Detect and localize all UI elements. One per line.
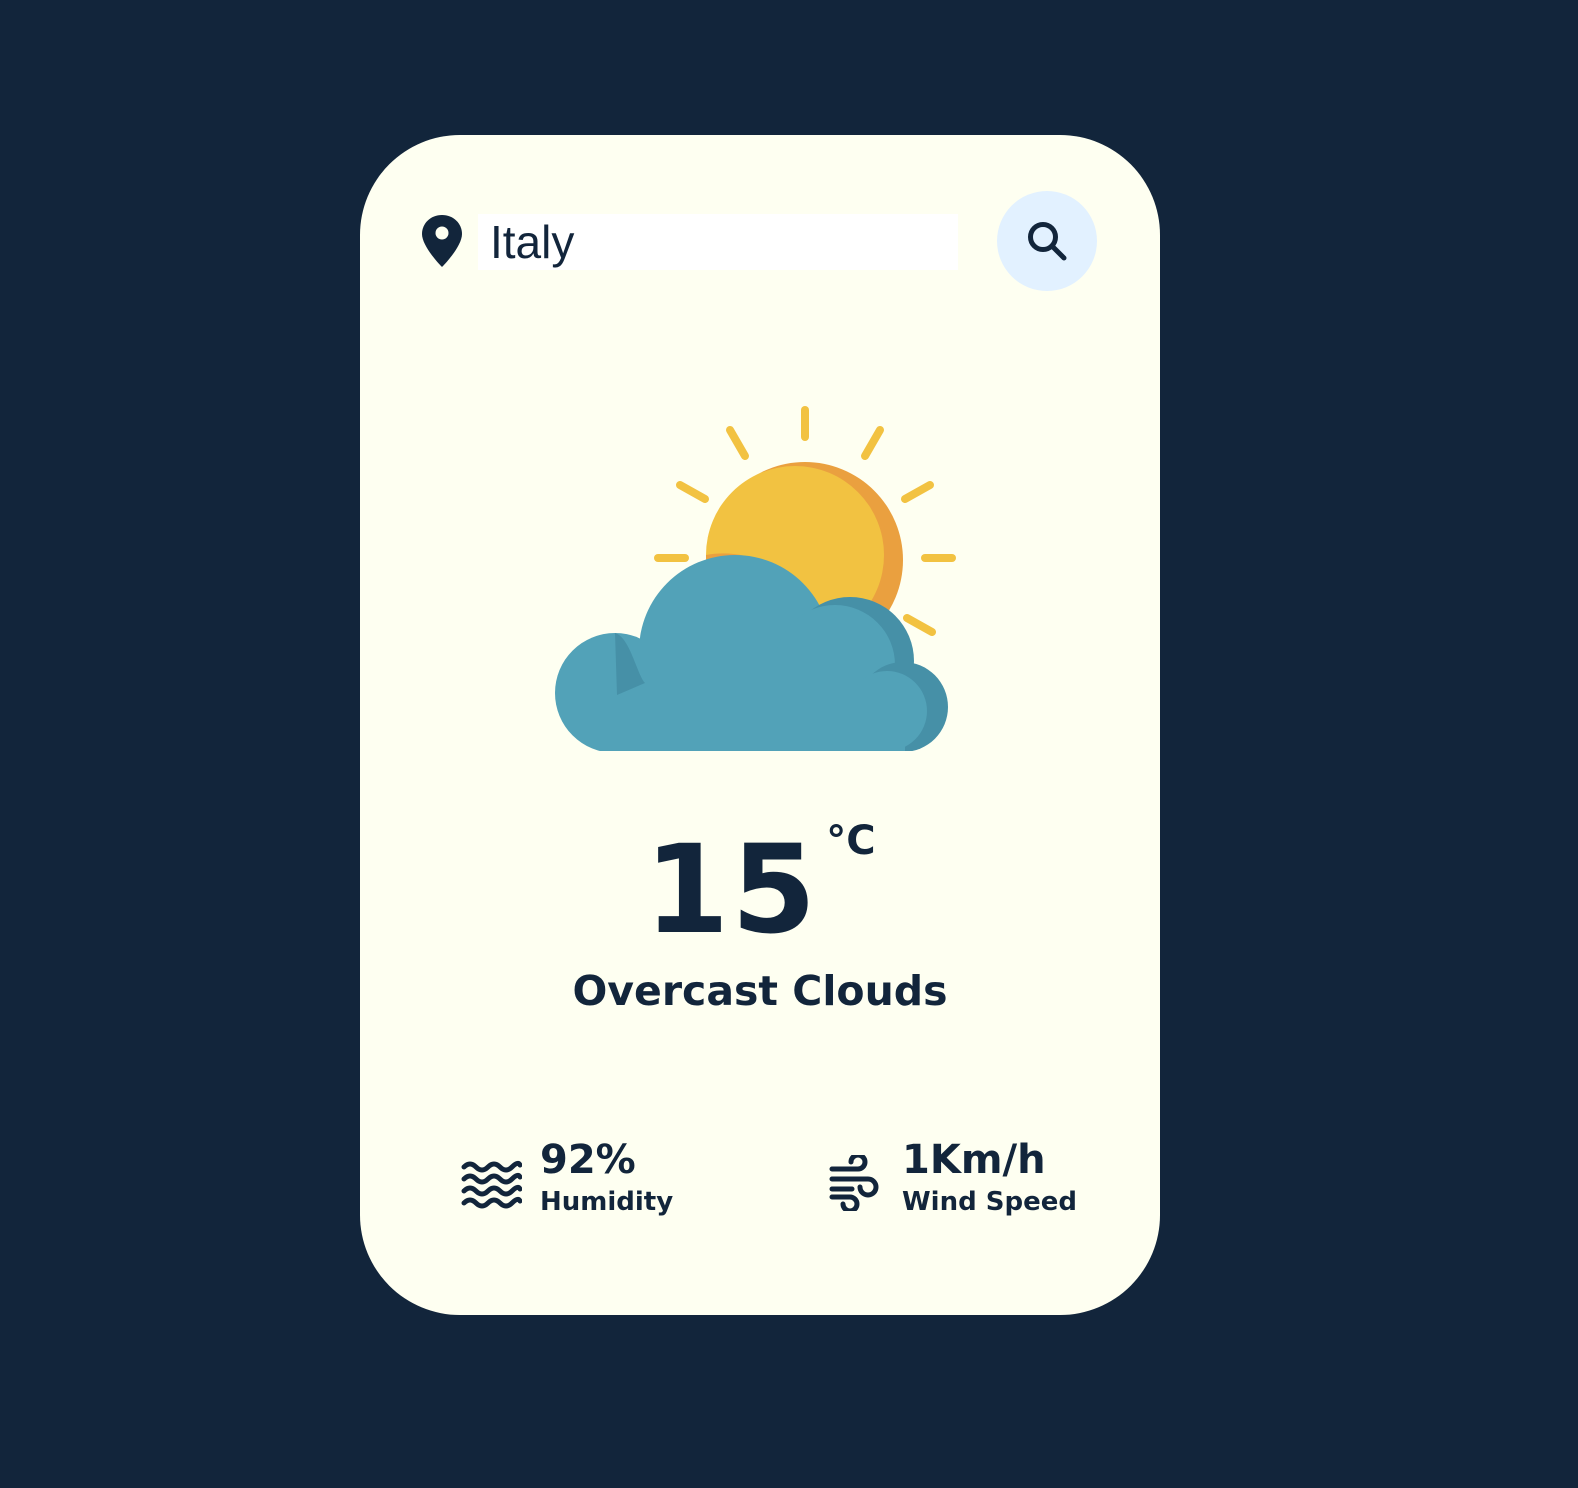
humidity-stat: 92% Humidity — [460, 1135, 760, 1225]
temperature-unit: °C — [826, 818, 876, 864]
temperature-value: 15 — [644, 819, 819, 961]
wind-speed-value: 1Km/h — [902, 1137, 1046, 1183]
humidity-value: 92% — [540, 1137, 636, 1183]
weather-card: 15°C Overcast Clouds 92% Humidity — [360, 135, 1160, 1315]
weather-description: Overcast Clouds — [572, 967, 948, 1015]
sun-behind-cloud-icon — [555, 406, 965, 755]
search-button[interactable] — [997, 191, 1097, 291]
temperature-display: 15 °C — [360, 819, 1160, 965]
wind-speed-label: Wind Speed — [902, 1187, 1077, 1217]
humidity-label: Humidity — [540, 1187, 674, 1217]
search-input[interactable] — [478, 214, 958, 270]
wind-icon — [829, 1155, 879, 1211]
map-pin-icon — [422, 215, 462, 267]
search-icon — [1028, 222, 1067, 261]
cloud — [555, 555, 965, 755]
humidity-waves-icon — [461, 1160, 522, 1209]
wind-stat: 1Km/h Wind Speed — [828, 1135, 1128, 1225]
page: 15°C Overcast Clouds 92% Humidity — [0, 0, 1578, 1488]
